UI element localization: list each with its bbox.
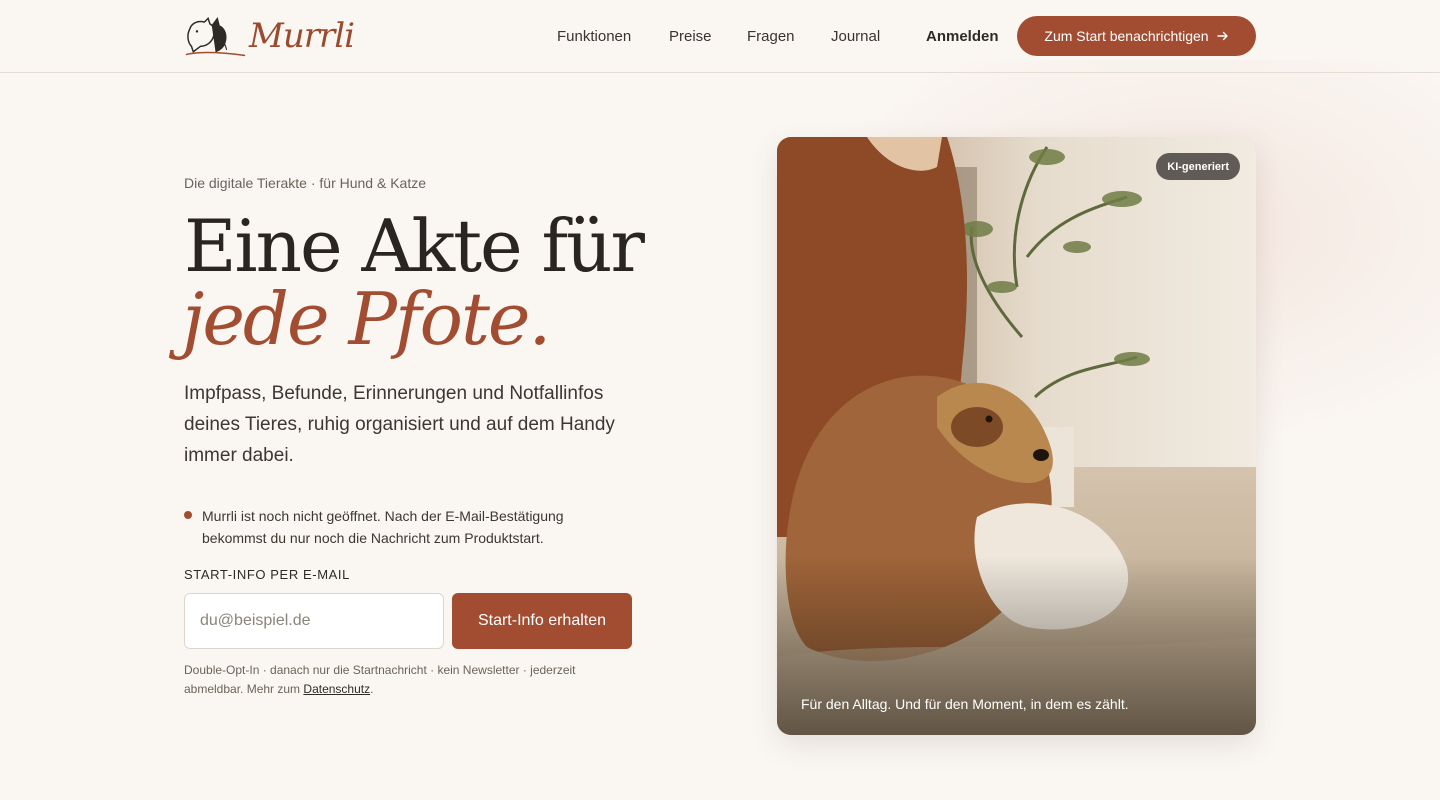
fineprint: Double-Opt-In · danach nur die Startnach…: [184, 661, 634, 699]
hero-photo: KI-generiert Für den Alltag. Und für den…: [777, 137, 1256, 735]
email-input[interactable]: [184, 593, 444, 649]
hero-headline-line2: jede Pfote.: [182, 277, 551, 361]
arrow-right-icon: [1216, 31, 1228, 41]
privacy-link[interactable]: Datenschutz: [303, 682, 370, 696]
nav-link-journal[interactable]: Journal: [831, 28, 880, 45]
nav-item-preise[interactable]: Preise: [669, 0, 712, 72]
notice-text: Murrli ist noch nicht geöffnet. Nach der…: [202, 508, 564, 546]
photo-caption: Für den Alltag. Und für den Moment, in d…: [801, 696, 1129, 712]
notice-dot-icon: [184, 511, 192, 519]
launch-notice: Murrli ist noch nicht geöffnet. Nach der…: [184, 505, 624, 549]
notify-start-label: Zum Start benachrichtigen: [1044, 28, 1209, 44]
signup-form-label: START-INFO PER E-MAIL: [184, 567, 350, 582]
woman-with-dog-image: [777, 137, 1256, 735]
nav-link-preise[interactable]: Preise: [669, 28, 712, 45]
hero-eyebrow: Die digitale Tierakte · für Hund & Katze: [184, 175, 427, 191]
nav-item-funktionen[interactable]: Funktionen: [557, 0, 631, 72]
hero-headline-line1: Eine Akte für: [184, 204, 645, 288]
fineprint-text: Double-Opt-In · danach nur die Startnach…: [184, 663, 576, 696]
brand-logo[interactable]: Murrli: [184, 12, 355, 60]
login-link[interactable]: Anmelden: [926, 28, 999, 45]
nav-link-fragen[interactable]: Fragen: [747, 28, 795, 45]
nav-link-funktionen[interactable]: Funktionen: [557, 28, 631, 45]
fineprint-end: .: [370, 682, 374, 696]
get-start-info-button[interactable]: Start-Info erhalten: [452, 593, 632, 649]
dog-cat-logo-icon: [185, 17, 246, 57]
brand-name: Murrli: [249, 16, 355, 56]
hero-lead: Impfpass, Befunde, Erinnerungen und Notf…: [184, 383, 615, 466]
notify-start-button[interactable]: Zum Start benachrichtigen: [1017, 16, 1256, 56]
ai-generated-badge: KI-generiert: [1156, 153, 1240, 180]
